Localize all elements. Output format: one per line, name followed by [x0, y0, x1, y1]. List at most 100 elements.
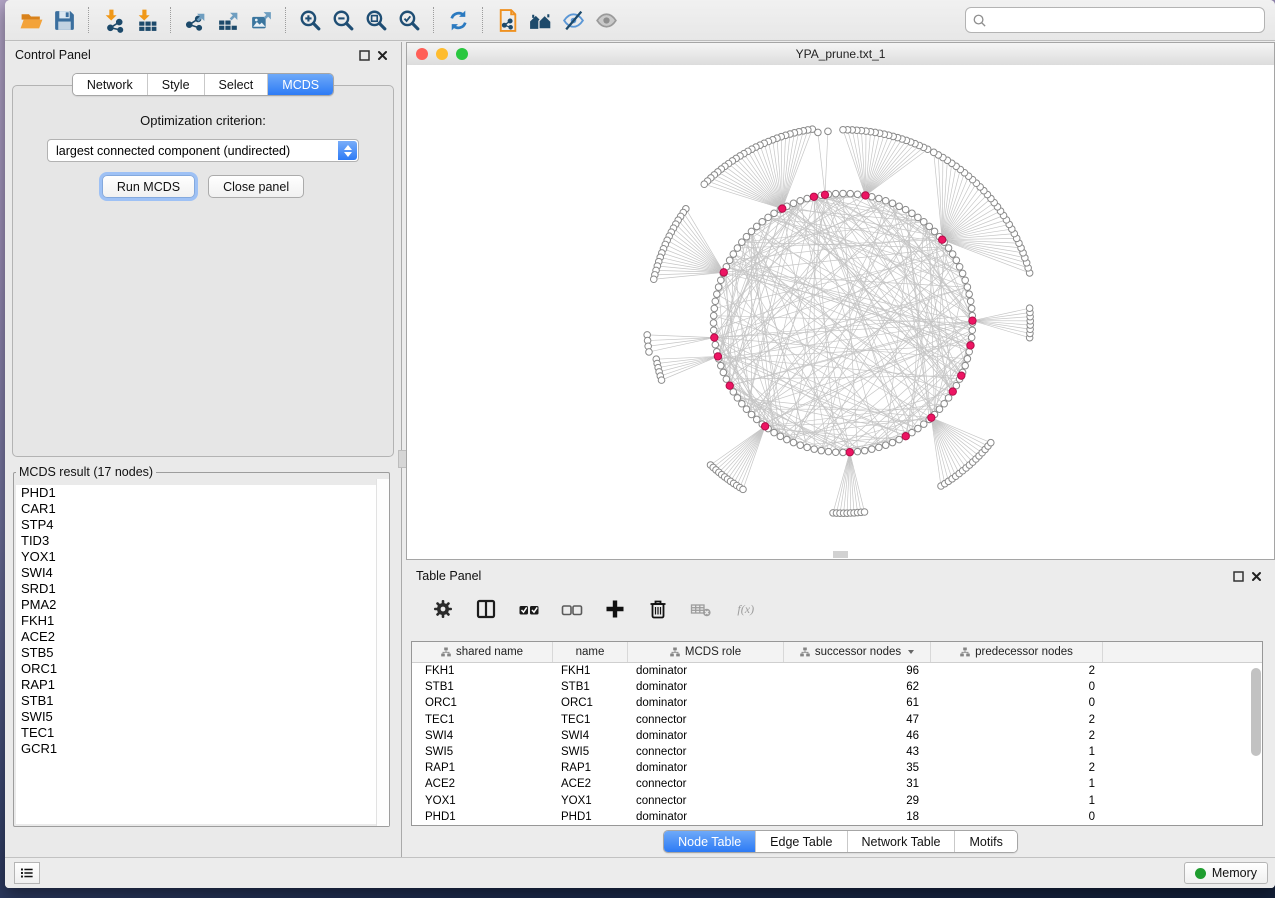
- table-cell[interactable]: TEC1: [553, 714, 628, 726]
- table-cell[interactable]: 0: [931, 681, 1103, 693]
- float-panel-button[interactable]: [355, 46, 373, 64]
- close-table-panel-button[interactable]: [1247, 567, 1265, 585]
- table-cell[interactable]: connector: [628, 778, 784, 790]
- delete-column-button[interactable]: [645, 596, 671, 622]
- table-cell[interactable]: 1: [931, 778, 1103, 790]
- table-cell[interactable]: 1: [931, 746, 1103, 758]
- table-cell[interactable]: TEC1: [412, 714, 553, 726]
- table-cell[interactable]: PHD1: [553, 811, 628, 823]
- zoom-in-button[interactable]: [294, 4, 327, 36]
- tab-network[interactable]: Network: [73, 74, 147, 95]
- table-cell[interactable]: connector: [628, 795, 784, 807]
- run-mcds-button[interactable]: Run MCDS: [102, 175, 195, 198]
- create-column-button[interactable]: [602, 596, 628, 622]
- table-cell[interactable]: YOX1: [553, 795, 628, 807]
- table-row[interactable]: ACE2ACE2connector311: [412, 776, 1262, 792]
- delete-table-button[interactable]: [688, 596, 714, 622]
- tab-node-table[interactable]: Node Table: [664, 831, 755, 852]
- table-cell[interactable]: 46: [784, 730, 931, 742]
- export-table-button[interactable]: [212, 4, 245, 36]
- table-cell[interactable]: connector: [628, 714, 784, 726]
- export-image-button[interactable]: [245, 4, 278, 36]
- show-panels-button[interactable]: [590, 4, 623, 36]
- column-header-MCDS-role[interactable]: MCDS role: [628, 642, 784, 662]
- tab-network-table[interactable]: Network Table: [847, 831, 955, 852]
- tab-motifs[interactable]: Motifs: [954, 831, 1016, 852]
- column-header-predecessor-nodes[interactable]: predecessor nodes: [931, 642, 1103, 662]
- table-cell[interactable]: dominator: [628, 811, 784, 823]
- table-cell[interactable]: YOX1: [412, 795, 553, 807]
- table-cell[interactable]: dominator: [628, 697, 784, 709]
- export-network-button[interactable]: [179, 4, 212, 36]
- mcds-result-item[interactable]: SWI4: [16, 565, 387, 581]
- table-cell[interactable]: 0: [931, 811, 1103, 823]
- export-to-ndex-button[interactable]: [491, 4, 524, 36]
- table-cell[interactable]: 61: [784, 697, 931, 709]
- mcds-result-item[interactable]: STP4: [16, 517, 387, 533]
- save-session-button[interactable]: [48, 4, 81, 36]
- scrollbar-thumb[interactable]: [1251, 668, 1261, 756]
- table-cell[interactable]: 2: [931, 730, 1103, 742]
- table-cell[interactable]: 18: [784, 811, 931, 823]
- import-table-button[interactable]: [130, 4, 163, 36]
- zoom-out-button[interactable]: [327, 4, 360, 36]
- table-cell[interactable]: dominator: [628, 665, 784, 677]
- mcds-result-item[interactable]: CAR1: [16, 501, 387, 517]
- mcds-result-item[interactable]: SWI5: [16, 709, 387, 725]
- network-canvas[interactable]: [407, 65, 1274, 559]
- table-row[interactable]: PHD1PHD1dominator180: [412, 809, 1262, 825]
- table-cell[interactable]: dominator: [628, 762, 784, 774]
- horizontal-splitter-handle[interactable]: [833, 551, 848, 558]
- mcds-result-item[interactable]: FKH1: [16, 613, 387, 629]
- table-cell[interactable]: connector: [628, 746, 784, 758]
- table-row[interactable]: ORC1ORC1dominator610: [412, 695, 1262, 711]
- table-cell[interactable]: RAP1: [412, 762, 553, 774]
- hide-panels-button[interactable]: [557, 4, 590, 36]
- table-cell[interactable]: 62: [784, 681, 931, 693]
- table-cell[interactable]: 1: [931, 795, 1103, 807]
- mcds-result-item[interactable]: YOX1: [16, 549, 387, 565]
- table-cell[interactable]: dominator: [628, 681, 784, 693]
- zoom-fit-button[interactable]: [360, 4, 393, 36]
- zoom-selected-button[interactable]: [393, 4, 426, 36]
- table-cell[interactable]: 43: [784, 746, 931, 758]
- column-header-shared-name[interactable]: shared name: [412, 642, 553, 662]
- mcds-result-item[interactable]: STB1: [16, 693, 387, 709]
- select-all-rows-button[interactable]: [516, 596, 542, 622]
- table-cell[interactable]: SWI4: [412, 730, 553, 742]
- table-cell[interactable]: RAP1: [553, 762, 628, 774]
- table-cell[interactable]: dominator: [628, 730, 784, 742]
- open-file-button[interactable]: [15, 4, 48, 36]
- mcds-result-item[interactable]: SRD1: [16, 581, 387, 597]
- table-row[interactable]: FKH1FKH1dominator962: [412, 663, 1262, 679]
- search-input[interactable]: [987, 12, 1258, 28]
- column-header-name[interactable]: name: [553, 642, 628, 662]
- table-cell[interactable]: STB1: [412, 681, 553, 693]
- tab-mcds[interactable]: MCDS: [267, 74, 333, 95]
- table-row[interactable]: YOX1YOX1connector291: [412, 793, 1262, 809]
- task-history-button[interactable]: [14, 862, 40, 884]
- table-cell[interactable]: 31: [784, 778, 931, 790]
- table-row[interactable]: SWI5SWI5connector431: [412, 744, 1262, 760]
- tab-select[interactable]: Select: [204, 74, 268, 95]
- mcds-result-item[interactable]: ACE2: [16, 629, 387, 645]
- mcds-result-item[interactable]: GCR1: [16, 741, 387, 757]
- float-table-panel-button[interactable]: [1229, 567, 1247, 585]
- table-cell[interactable]: SWI5: [553, 746, 628, 758]
- network-window-titlebar[interactable]: YPA_prune.txt_1: [407, 43, 1274, 66]
- table-mode-button[interactable]: [430, 596, 456, 622]
- close-panel-button[interactable]: [373, 46, 391, 64]
- mcds-result-item[interactable]: RAP1: [16, 677, 387, 693]
- table-cell[interactable]: 96: [784, 665, 931, 677]
- browse-ndex-button[interactable]: [524, 4, 557, 36]
- table-cell[interactable]: ORC1: [412, 697, 553, 709]
- table-cell[interactable]: ACE2: [412, 778, 553, 790]
- table-cell[interactable]: ORC1: [553, 697, 628, 709]
- table-scrollbar[interactable]: [1251, 664, 1261, 823]
- mcds-result-item[interactable]: TEC1: [16, 725, 387, 741]
- table-cell[interactable]: ACE2: [553, 778, 628, 790]
- table-row[interactable]: TEC1TEC1connector472: [412, 712, 1262, 728]
- mcds-result-item[interactable]: PHD1: [16, 485, 387, 501]
- table-cell[interactable]: 2: [931, 665, 1103, 677]
- close-mcds-panel-button[interactable]: Close panel: [208, 175, 304, 198]
